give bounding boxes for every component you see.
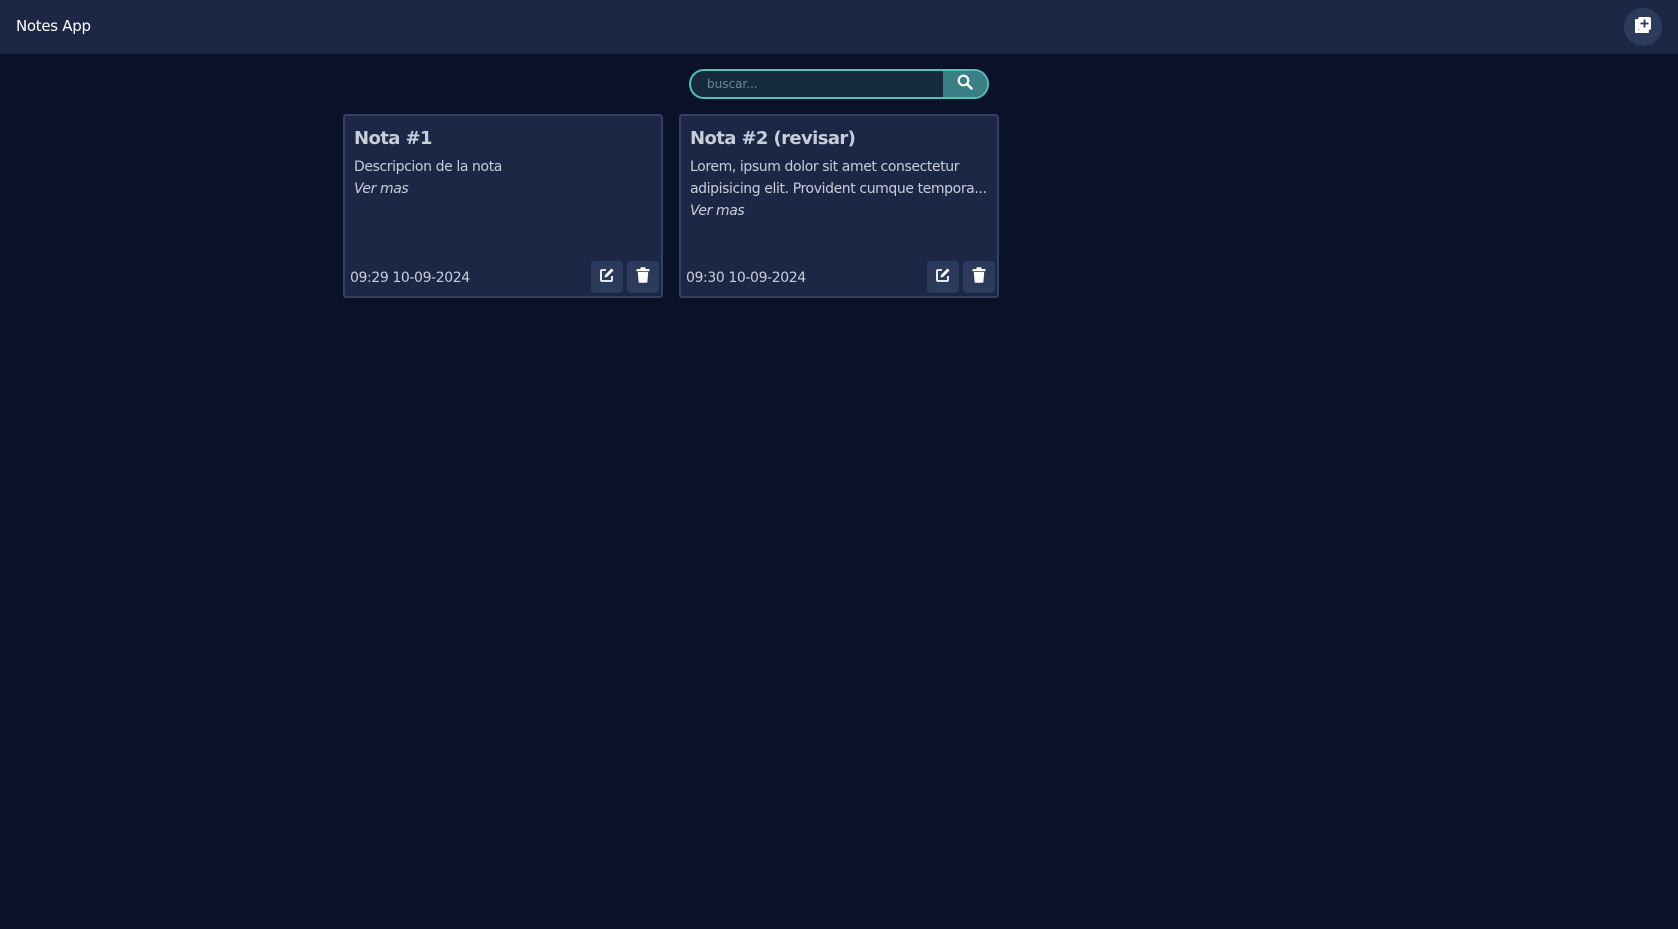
top-bar: Notes App: [0, 0, 1678, 54]
see-more-link[interactable]: Ver mas: [690, 200, 990, 222]
app-title: Notes App: [16, 17, 91, 35]
note-description: Descripcion de la nota: [354, 159, 502, 175]
add-note-icon: [1634, 16, 1652, 38]
edit-icon: [599, 267, 615, 287]
trash-icon: [636, 267, 650, 287]
see-more-link[interactable]: Ver mas: [354, 178, 654, 200]
note-description-block: Descripcion de la nota Ver mas: [354, 156, 654, 200]
add-note-button[interactable]: [1624, 8, 1662, 46]
search-bar: [689, 69, 989, 99]
delete-note-button[interactable]: [627, 261, 659, 293]
note-description: Lorem, ipsum dolor sit amet consectetur …: [690, 159, 987, 197]
note-title: Nota #2 (revisar): [690, 128, 856, 149]
delete-note-button[interactable]: [963, 261, 995, 293]
search-button[interactable]: [943, 71, 987, 97]
note-description-block: Lorem, ipsum dolor sit amet consectetur …: [690, 156, 990, 222]
note-title: Nota #1: [354, 128, 432, 149]
trash-icon: [972, 267, 986, 287]
note-date: 09:30 10-09-2024: [686, 270, 806, 286]
note-date: 09:29 10-09-2024: [350, 270, 470, 286]
edit-icon: [935, 267, 951, 287]
edit-note-button[interactable]: [591, 261, 623, 293]
search-icon: [957, 74, 973, 94]
search-input[interactable]: [691, 71, 943, 97]
edit-note-button[interactable]: [927, 261, 959, 293]
note-card: Nota #2 (revisar) Lorem, ipsum dolor sit…: [679, 114, 999, 298]
note-card: Nota #1 Descripcion de la nota Ver mas 0…: [343, 114, 663, 298]
